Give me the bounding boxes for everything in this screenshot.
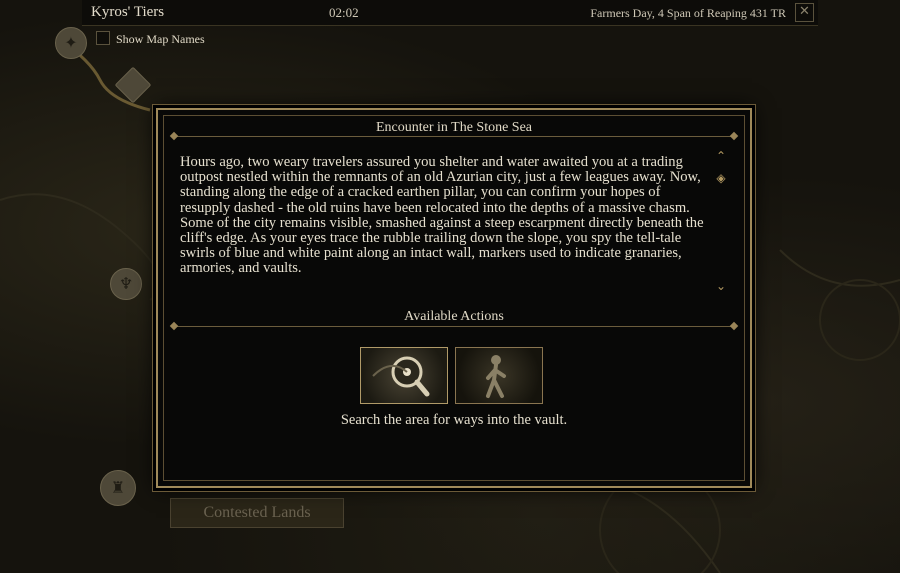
game-time: 02:02 — [329, 5, 359, 20]
actions-title: Available Actions — [404, 309, 504, 324]
map-location-icon[interactable]: ✦ — [55, 27, 87, 59]
map-location-icon[interactable]: ♆ — [110, 268, 142, 300]
region-label: Contested Lands — [170, 498, 344, 528]
encounter-text: Hours ago, two weary travelers assured y… — [180, 155, 704, 277]
actions-divider — [169, 321, 739, 331]
checkbox[interactable] — [96, 31, 110, 45]
title-divider — [169, 131, 739, 141]
walking-figure-icon — [486, 355, 506, 398]
game-date: Farmers Day, 4 Span of Reaping 431 TR — [590, 6, 786, 20]
show-map-names-label: Show Map Names — [116, 32, 205, 46]
text-scrollbar[interactable]: ⌃ ◈ ⌄ — [713, 148, 729, 294]
scroll-thumb-icon[interactable]: ◈ — [715, 172, 727, 184]
scroll-down-icon[interactable]: ⌄ — [715, 280, 727, 292]
magnifying-glass-icon — [372, 356, 430, 397]
dialog-title: Encounter in The Stone Sea — [375, 120, 533, 135]
scroll-up-icon[interactable]: ⌃ — [715, 150, 727, 162]
current-location: Kyros' Tiers — [91, 4, 165, 20]
show-map-names-toggle[interactable]: Show Map Names — [96, 31, 205, 47]
top-bar: Kyros' Tiers 02:02 Farmers Day, 4 Span o… — [82, 0, 818, 26]
close-icon[interactable]: ✕ — [795, 3, 814, 22]
action-description: Search the area for ways into the vault. — [340, 412, 568, 428]
walk-away-action-button[interactable] — [455, 347, 543, 404]
search-action-button[interactable] — [360, 347, 448, 404]
castle-icon[interactable]: ♜ — [100, 470, 136, 506]
encounter-dialog: Encounter in The Stone Sea Hours ago, tw… — [156, 108, 752, 488]
